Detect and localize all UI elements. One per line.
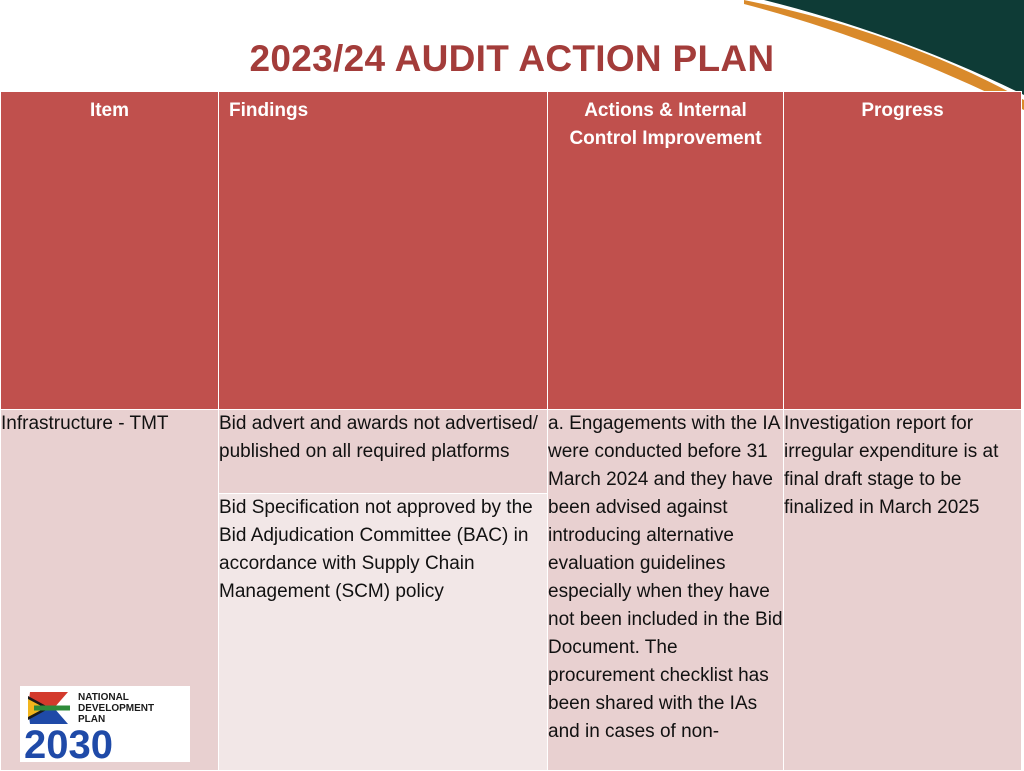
svg-text:NATIONAL: NATIONAL — [78, 692, 129, 703]
table-header-row: Item Findings Actions & Internal Control… — [0, 91, 1022, 410]
cell-finding-2: Bid Specification not approved by the Bi… — [218, 493, 548, 771]
page-title: 2023/24 AUDIT ACTION PLAN — [249, 38, 775, 79]
table-row: Infrastructure - TMT Bid advert and awar… — [0, 408, 1022, 771]
ndp-2030-logo: NATIONAL DEVELOPMENT PLAN 2030 — [20, 686, 190, 762]
audit-action-plan-table: Item Findings Actions & Internal Control… — [0, 91, 1022, 771]
cell-actions: a. Engagements with the IA were conducte… — [547, 409, 784, 771]
header-actions: Actions & Internal Control Improvement — [547, 91, 784, 410]
header-progress: Progress — [783, 91, 1022, 410]
header-item: Item — [0, 91, 219, 410]
header-findings: Findings — [218, 91, 548, 410]
cell-finding-1: Bid advert and awards not advertised/ pu… — [218, 408, 548, 495]
svg-text:2030: 2030 — [24, 723, 113, 762]
cell-progress: Investigation report for irregular expen… — [783, 409, 1022, 771]
svg-text:DEVELOPMENT: DEVELOPMENT — [78, 703, 154, 714]
